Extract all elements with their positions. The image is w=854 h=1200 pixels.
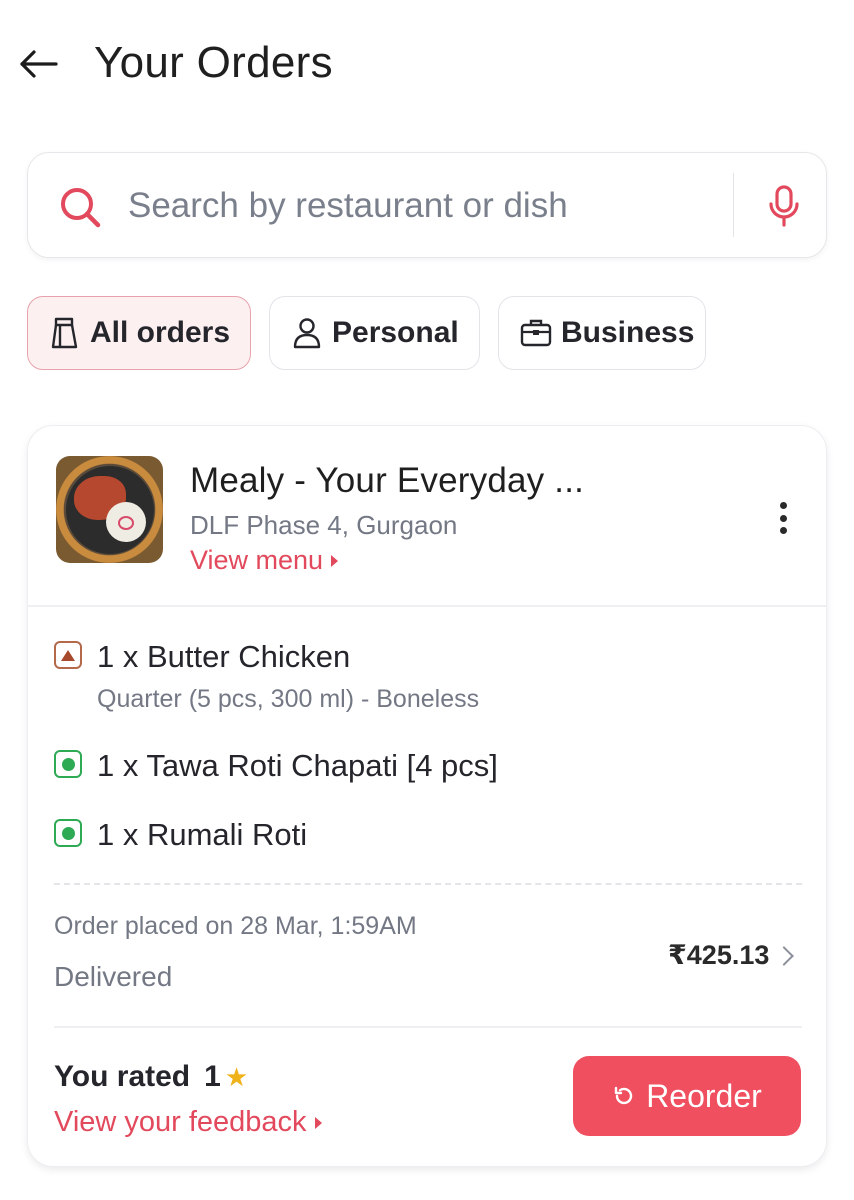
- view-menu-label: View menu: [190, 545, 324, 575]
- divider: [54, 1026, 802, 1028]
- view-feedback-link[interactable]: View your feedback: [54, 1106, 322, 1139]
- order-item-name: 1 x Tawa Roti Chapati [4 pcs]: [97, 748, 498, 783]
- briefcase-icon: [519, 316, 553, 350]
- order-item-name: 1 x Rumali Roti: [97, 817, 308, 852]
- order-total-link[interactable]: ₹425.13: [668, 940, 795, 971]
- non-veg-icon: [54, 641, 82, 669]
- caret-right-icon: [331, 554, 339, 567]
- reorder-icon: [614, 1086, 633, 1105]
- divider-dashed: [54, 883, 802, 885]
- rated-label: You rated: [54, 1060, 191, 1093]
- reorder-button[interactable]: Reorder: [573, 1056, 801, 1136]
- order-item: 1 x Butter Chicken Quarter (5 pcs, 300 m…: [54, 639, 479, 714]
- filter-chip-personal[interactable]: Personal: [269, 296, 480, 370]
- person-icon: [290, 316, 324, 350]
- filter-chip-business[interactable]: Business: [498, 296, 706, 370]
- search-divider: [733, 173, 734, 237]
- caret-right-icon: [314, 1116, 322, 1129]
- filter-chip-label: Business: [561, 316, 695, 349]
- restaurant-location: DLF Phase 4, Gurgaon: [190, 510, 458, 540]
- more-vertical-icon: [779, 502, 787, 509]
- filter-chip-label: Personal: [332, 316, 459, 349]
- order-card: Mealy - Your Everyday ... DLF Phase 4, G…: [27, 425, 827, 1167]
- veg-icon: [54, 750, 82, 778]
- search-input[interactable]: [128, 181, 718, 231]
- app-header: Your Orders: [0, 0, 854, 130]
- veg-icon: [54, 819, 82, 847]
- order-status: Delivered: [54, 961, 173, 992]
- star-icon: ★: [224, 1061, 249, 1092]
- rating-value: 1: [204, 1060, 221, 1093]
- filter-chip-all-orders[interactable]: All orders: [27, 296, 251, 370]
- chevron-right-icon: [774, 945, 795, 966]
- filter-chip-label: All orders: [90, 316, 231, 349]
- restaurant-name[interactable]: Mealy - Your Everyday ...: [190, 461, 584, 501]
- order-item: 1 x Rumali Roti: [54, 817, 307, 853]
- order-total-amount: ₹425.13: [668, 940, 770, 970]
- divider: [28, 605, 826, 607]
- order-item: 1 x Tawa Roti Chapati [4 pcs]: [54, 748, 498, 784]
- order-item-name: 1 x Butter Chicken: [97, 639, 351, 674]
- order-item-description: Quarter (5 pcs, 300 ml) - Boneless: [97, 685, 480, 713]
- page-title: Your Orders: [94, 38, 333, 87]
- microphone-icon: [769, 185, 799, 227]
- more-options-button[interactable]: [768, 498, 798, 538]
- order-placed-date: Order placed on 28 Mar, 1:59AM: [54, 912, 417, 940]
- rating-summary: You rated 1 ★: [54, 1060, 248, 1094]
- voice-search-button[interactable]: [756, 177, 812, 235]
- view-menu-link[interactable]: View menu: [190, 545, 339, 576]
- back-button[interactable]: [14, 40, 62, 88]
- view-feedback-label: View your feedback: [54, 1106, 307, 1138]
- search-icon: [61, 188, 101, 228]
- reorder-label: Reorder: [646, 1077, 762, 1114]
- arrow-left-icon: [20, 50, 58, 78]
- restaurant-thumbnail[interactable]: [56, 456, 163, 563]
- bag-icon: [48, 316, 82, 350]
- search-bar: [27, 152, 827, 258]
